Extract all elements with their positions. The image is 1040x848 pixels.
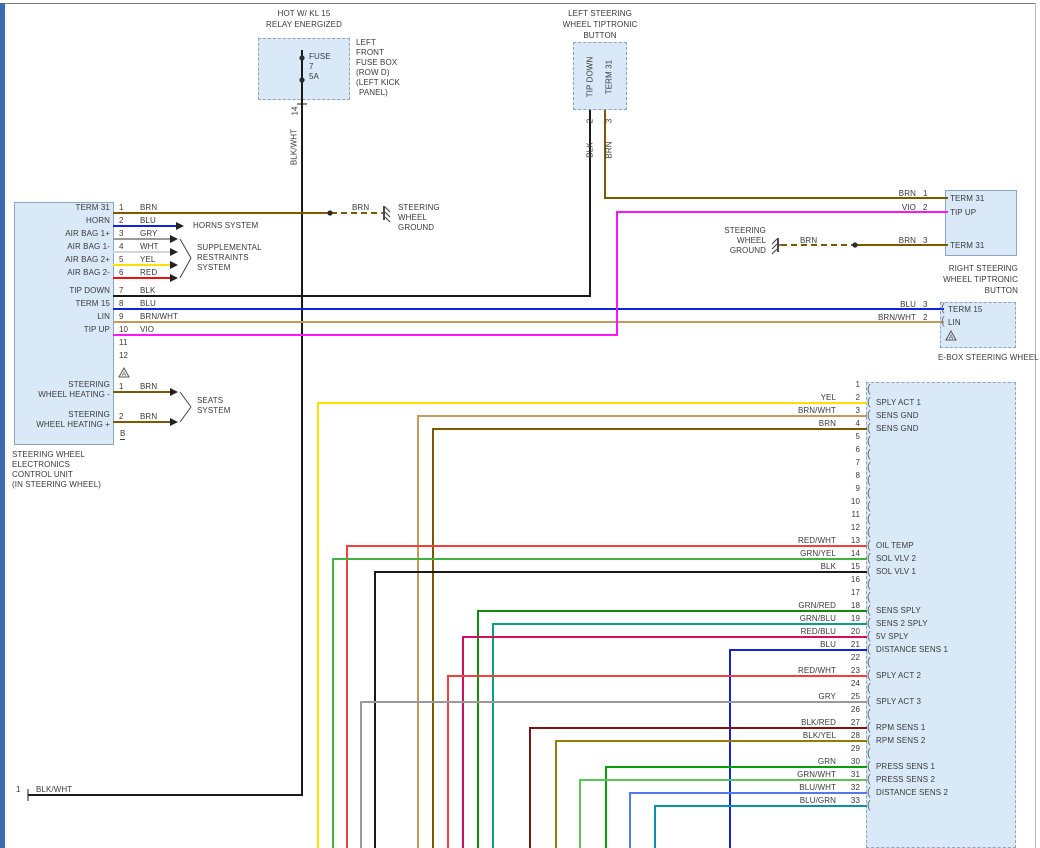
junction-dot: [852, 242, 857, 247]
arrow-icon: [176, 222, 184, 230]
ground-symbol: [772, 239, 777, 244]
wire-p21-blu: [730, 650, 867, 848]
brace-line: [180, 239, 191, 258]
arrow-icon: [170, 418, 178, 426]
arrow-icon: [170, 388, 178, 396]
wire-tipdown-blk: [113, 110, 590, 296]
wire-p31-grn-wht: [580, 780, 867, 848]
brace-line: [180, 392, 191, 407]
junction-dot: [327, 210, 332, 215]
wire-p20-red-blu: [463, 637, 867, 848]
junction-dot: [299, 77, 304, 82]
ground-symbol: [385, 217, 390, 222]
ground-symbol: [772, 244, 777, 249]
ground-symbol: [385, 207, 390, 212]
ground-symbol: [772, 249, 777, 254]
wire-p4-brn: [433, 429, 867, 848]
brace-line: [180, 407, 191, 422]
wire-p18-grn-red: [478, 611, 867, 848]
wire-p32-blu-wht: [630, 793, 867, 848]
wire-fuse-feed-blk-wht: [28, 100, 302, 795]
wire-p2-yel: [318, 403, 867, 848]
triangle-ref-letter: A: [949, 334, 954, 341]
wire-p3-brn-wht: [418, 416, 867, 848]
ground-symbol: [385, 212, 390, 217]
wire-p14-grn-yel: [333, 559, 867, 848]
wire-p33-blu-grn: [655, 806, 867, 848]
wire-p25-gry: [361, 702, 867, 848]
arrow-icon: [170, 261, 178, 269]
arrow-icon: [170, 235, 178, 243]
brace-line: [180, 258, 191, 278]
arrow-icon: [170, 274, 178, 282]
wire-layer: AA: [0, 0, 1040, 848]
wire-p28-blk-yel: [556, 741, 867, 848]
wire-tipup-vio: [113, 212, 948, 335]
triangle-ref-letter: A: [122, 371, 127, 378]
junction-dot: [299, 55, 304, 60]
wire-leftbtn-term31-brn: [605, 110, 948, 198]
wire-p19-grn-blu: [493, 624, 867, 848]
arrow-icon: [170, 248, 178, 256]
wiring-diagram-page: AA HOT W/ KL 15RELAY ENERGIZEDFUSE75ALEF…: [0, 0, 1040, 848]
